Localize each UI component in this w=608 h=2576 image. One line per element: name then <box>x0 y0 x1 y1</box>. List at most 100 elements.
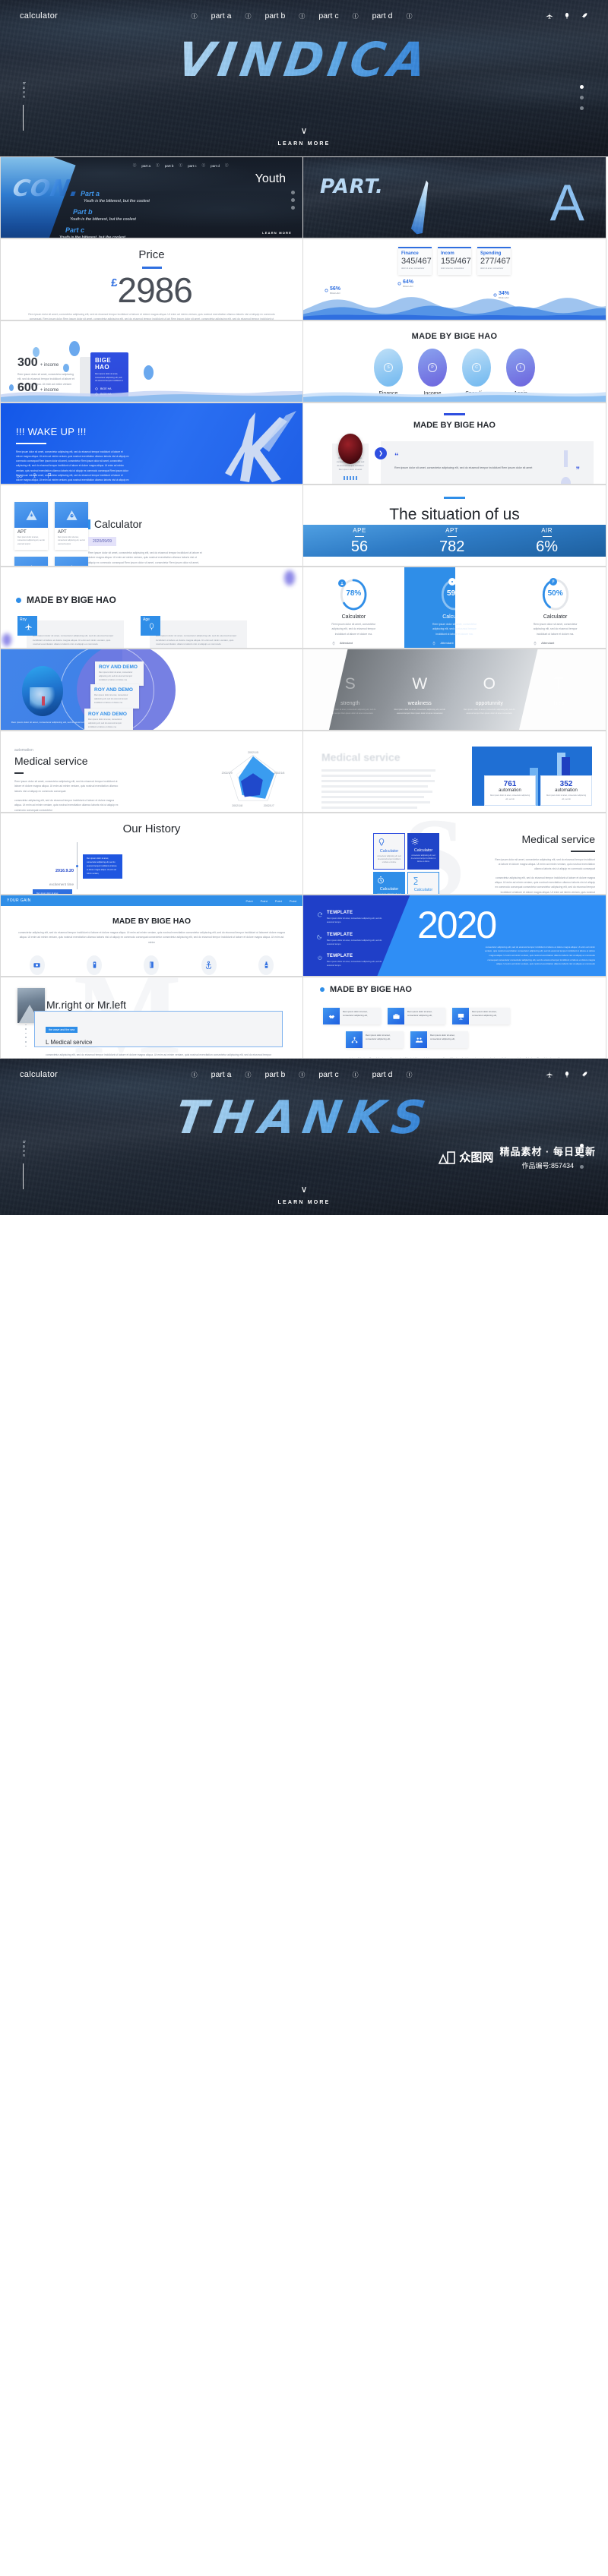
roy-card[interactable]: ROY AND DEMO Rem ipsum dolor sit amet, c… <box>90 684 139 709</box>
contents-dots[interactable] <box>291 191 295 210</box>
mini-link-part-b[interactable]: part b <box>165 164 174 168</box>
feature-card-body: Rem ipsum dolor sit amet, consectetur ad… <box>27 620 124 648</box>
mini-link-part-a[interactable]: part a <box>141 164 150 168</box>
year-item-title: TEMPLATE <box>326 932 353 937</box>
dot-3[interactable] <box>580 106 584 110</box>
airplane-icon[interactable] <box>546 12 553 20</box>
nav-link-part-a[interactable]: part a <box>210 1070 233 1079</box>
gain-item[interactable]: Calculator consectetur adipiscing elit, … <box>69 955 119 976</box>
stat-card[interactable]: Incom 155/467 dolor sit amet, consectetu… <box>438 247 471 275</box>
gain-item[interactable]: Calculator consectetur adipiscing elit, … <box>126 955 176 976</box>
quad-tile[interactable]: Calculator consectetur adipiscing elit, … <box>373 871 405 894</box>
nav-link-part-a[interactable]: part a <box>210 11 233 21</box>
history-title: Our History <box>122 822 181 835</box>
slide-cover: calculator Ⓘ part a Ⓘ part b Ⓘ part c Ⓘ … <box>0 0 608 156</box>
stat-card[interactable]: Finance 345/467 dolor sit amet, consecte… <box>398 247 432 275</box>
quad-tile[interactable]: Calculator consectetur adipiscing elit, … <box>407 871 439 894</box>
gain-bar-link[interactable]: Point <box>261 899 268 903</box>
mini-link-part-d[interactable]: part d <box>211 164 220 168</box>
nav-link-part-c[interactable]: part c <box>317 11 340 21</box>
history-card[interactable]: Rem ipsum dolor sit amet, consectetur ad… <box>33 889 72 894</box>
nav-link-part-d[interactable]: part d <box>371 11 394 21</box>
thanks-learn-more[interactable]: ∨ LEARN MORE <box>0 1185 608 1208</box>
balloon-icon[interactable] <box>563 1071 571 1078</box>
marker-pct: 64% <box>403 279 414 285</box>
mini-link-part-c[interactable]: part c <box>188 164 197 168</box>
apt-tile[interactable]: APT Rem ipsum dolor sit amet, consectetu… <box>14 557 48 566</box>
nav-link-part-b[interactable]: part b <box>263 11 287 21</box>
contents-item[interactable]: Part c Youth is the bitterest, but the c… <box>59 226 286 238</box>
icon-grid-card[interactable]: Rem ipsum dolor sit amet, consectetur ad… <box>388 1008 445 1024</box>
icon-grid-card[interactable]: Rem ipsum dolor sit amet, consectetur ad… <box>410 1031 468 1048</box>
donut-card[interactable]: 78% Calculator Rem ipsum dolor sit amet,… <box>318 578 390 648</box>
swot-item[interactable]: T threat Rem ipsum dolor sit amet, conse… <box>530 675 587 716</box>
history-date-value: 2016.9.20 <box>55 869 74 873</box>
gain-item[interactable]: Calculator consectetur adipiscing elit, … <box>241 955 291 976</box>
quote-text: Rem ipsum dolor sit amet, consectetur ad… <box>394 466 533 469</box>
nav-link-part-b[interactable]: part b <box>263 1070 287 1079</box>
roy-card[interactable]: ROY AND DEMO Rem ipsum dolor sit amet, c… <box>95 661 144 687</box>
swot-item[interactable]: W weakness Rem ipsum dolor sit amet, con… <box>391 675 448 716</box>
icon-grid-card[interactable]: Rem ipsum dolor sit amet, consectetur ad… <box>452 1008 510 1024</box>
bar-metric-card[interactable]: 761 automation Rem ipsum dolor sit amet,… <box>484 775 536 806</box>
dot-1[interactable] <box>291 191 295 194</box>
apt-tile-icon-box <box>55 557 88 566</box>
learn-more-label: LEARN MORE <box>277 1200 331 1205</box>
donut-card[interactable]: 59% Calculator Rem ipsum dolor sit amet,… <box>418 578 490 648</box>
contents-item[interactable]: Part b Youth is the bitterest, but the c… <box>70 208 286 222</box>
donut-card[interactable]: 50% Calculator Rem ipsum dolor sit amet,… <box>519 578 591 648</box>
stat-card[interactable]: Spending 277/467 dolor sit amet, consect… <box>477 247 511 275</box>
cover-slide-dots[interactable] <box>580 85 584 110</box>
icon-grid-card[interactable]: Rem ipsum dolor sit amet, consectetur ad… <box>346 1031 404 1048</box>
gain-bar-link[interactable]: Point <box>290 899 296 903</box>
apt-tile[interactable]: APT Rem ipsum dolor sit amet, consectetu… <box>55 502 88 551</box>
slide-gain: YOUR GAIN Point Point Point Point MADE B… <box>0 895 303 977</box>
gain-bar-link[interactable]: Point <box>275 899 282 903</box>
cover-learn-more[interactable]: ∨ LEARN MORE <box>0 126 608 149</box>
dot-1[interactable] <box>580 85 584 89</box>
bar-metric-desc: Rem ipsum dolor sit amet, consectetur ad… <box>546 794 587 800</box>
donut-title: Calculator <box>442 614 467 620</box>
nav-sep-icon: Ⓘ <box>201 163 206 167</box>
roy-card[interactable]: ROY AND DEMO Rem ipsum dolor sit amet, c… <box>84 709 133 730</box>
bar-metric-card[interactable]: 352 automation Rem ipsum dolor sit amet,… <box>540 775 592 806</box>
contents-learn-more[interactable]: LEARN MORE <box>262 231 292 235</box>
contents-item[interactable]: Part a Youth is the bitterest, but the c… <box>81 190 286 204</box>
history-card[interactable]: Rem ipsum dolor sit amet, consectetur ad… <box>83 854 122 879</box>
feature-card-text: Rem ipsum dolor sit amet, consectetur ad… <box>33 634 114 646</box>
balloon-icon[interactable] <box>563 12 571 20</box>
year-body: consectetur adipiscing elit, sed do eius… <box>484 945 595 966</box>
rocket-icon[interactable] <box>581 1071 588 1078</box>
icon-grid-card[interactable]: Rem ipsum dolor sit amet, consectetur ad… <box>323 1008 381 1024</box>
feature-card-tag: Roy <box>20 617 27 622</box>
situation-stat: APE 56 <box>351 527 368 554</box>
airplane-icon[interactable] <box>546 1071 553 1078</box>
nav-link-part-d[interactable]: part d <box>371 1070 394 1079</box>
gain-item[interactable]: Calculator consectetur adipiscing elit, … <box>12 955 62 976</box>
nav-link-part-c[interactable]: part c <box>317 1070 340 1079</box>
year-item[interactable]: TEMPLATE Rem ipsum dolor sit amet, conse… <box>317 911 388 925</box>
dot-3[interactable] <box>291 206 295 210</box>
brand-label[interactable]: calculator <box>20 1070 58 1079</box>
rocket-icon[interactable] <box>581 12 588 20</box>
swot-item[interactable]: S strength Rem ipsum dolor sit amet, con… <box>321 675 379 716</box>
quad-tile[interactable]: Calculator consectetur adipiscing elit, … <box>373 833 405 870</box>
apt-tile[interactable]: APT Rem ipsum dolor sit amet, consectetu… <box>14 502 48 551</box>
gain-item[interactable]: Calculator consectetur adipiscing elit, … <box>184 955 234 976</box>
dot-2[interactable] <box>580 96 584 99</box>
quad-title: Medical service <box>521 833 595 845</box>
quote-next-button[interactable]: ❯ <box>375 447 387 459</box>
quad-tile[interactable]: Calculator consectetur adipiscing elit, … <box>407 833 439 870</box>
swot-item[interactable]: O oppotunnity Rem ipsum dolor sit amet, … <box>461 675 518 716</box>
brand-label[interactable]: calculator <box>20 11 58 21</box>
feature-card[interactable]: Age Rem ipsum dolor sit amet, consectetu… <box>141 616 247 648</box>
year-item[interactable]: TEMPLATE Rem ipsum dolor sit amet, conse… <box>317 954 388 968</box>
slide-quad: S Calculator consectetur adipiscing elit… <box>303 813 606 895</box>
feature-card[interactable]: Roy Rem ipsum dolor sit amet, consectetu… <box>17 616 124 648</box>
slide-price: Price £ 2986 Rem ipsum dolor sit amet, c… <box>0 238 303 320</box>
book-icon <box>150 961 154 969</box>
gain-bar-link[interactable]: Point <box>246 899 253 903</box>
year-item[interactable]: TEMPLATE Rem ipsum dolor sit amet, conse… <box>317 933 388 947</box>
dot-2[interactable] <box>291 198 295 202</box>
apt-tile[interactable]: APT Rem ipsum dolor sit amet, consectetu… <box>55 557 88 566</box>
